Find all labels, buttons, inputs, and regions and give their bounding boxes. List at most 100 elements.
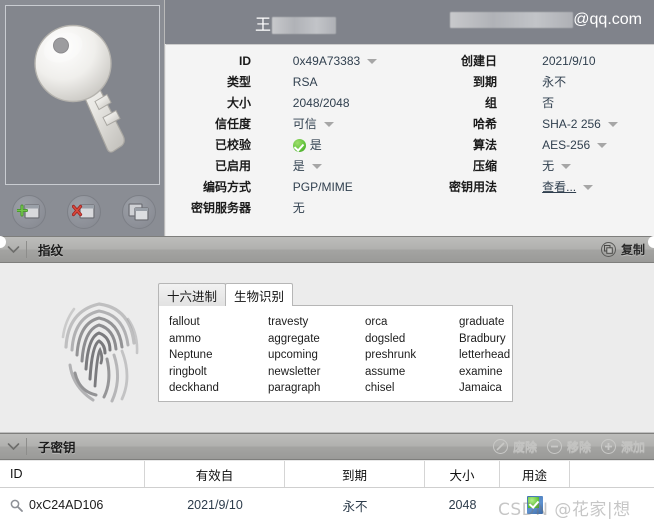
chevron-down-icon[interactable] [311,164,322,169]
chevron-down-icon[interactable] [367,59,378,64]
biometric-word: ringbolt [169,365,207,378]
detail-value-text: 永不 [542,75,567,89]
fingerprint-section-actions: 复制 [600,241,654,258]
add-subkey-label: 添加 [620,440,645,454]
biometric-word: paragraph [268,382,321,394]
key-inspector-window: 王 @qq.com ID 0x49A73383 类型 RSA 大小 2048/2048 信任… [0,0,654,531]
column-header[interactable]: 有效自 [145,461,285,487]
detail-label: 编码方式 [202,180,251,194]
subkey-valid-from: 2021/9/10 [187,498,243,512]
plus-icon [600,439,616,454]
fingerprint-image [61,302,139,403]
chevron-down-icon [7,246,19,254]
detail-label: ID [239,54,251,68]
subkey-expires: 永不 [342,499,368,514]
duplicate-window-icon [128,203,149,221]
detail-value[interactable]: 可信 [293,114,410,135]
biometric-word: upcoming [268,349,318,361]
detail-value-text: 是 [292,159,305,173]
chevron-down-icon[interactable] [323,122,334,127]
revoke-subkey-label: 废除 [512,440,537,454]
revoke-subkey-button[interactable]: 废除 [492,438,537,455]
detail-value-text: 无 [292,201,305,215]
detail-value-text: 可信 [292,117,317,131]
key-image-panel [0,0,165,236]
detail-value[interactable]: 查看... [542,177,654,198]
copy-fingerprint-label: 复制 [620,243,645,257]
chevron-down-icon[interactable] [607,122,618,127]
detail-label: 哈希 [472,117,497,131]
detail-value: 2048/2048 [293,93,410,114]
biometric-word: letterhead [459,349,511,361]
chevron-down-icon[interactable] [583,185,594,190]
detail-value: 否 [542,93,654,114]
detail-label: 密钥服务器 [190,201,251,215]
detail-label: 密钥用法 [448,180,497,194]
column-header[interactable]: ID [0,461,145,487]
subkey-size: 2048 [448,498,477,512]
window-corner [648,236,654,248]
detail-value[interactable]: 无 [542,156,654,177]
remove-subkey-button[interactable]: 移除 [546,438,591,455]
tab-biometric[interactable]: 生物识别 [225,283,294,306]
key-title-bar: 王 @qq.com [165,0,654,44]
detail-value-text: AES-256 [542,138,591,152]
key-icon [33,24,125,153]
table-row[interactable]: 0xC24AD106 2021/9/10 永不 2048 [0,488,654,522]
detail-label: 大小 [226,96,251,110]
detail-value[interactable]: 是 [293,156,410,177]
detail-value: RSA [293,72,410,93]
key-owner-email-domain: @qq.com [573,11,642,28]
biometric-word: dogsled [365,332,406,345]
column-header[interactable] [570,461,654,487]
detail-value[interactable]: SHA-2 256 [542,114,654,135]
add-subkey-button[interactable]: 添加 [600,438,645,455]
detail-value[interactable]: 0x49A73383 [293,51,410,72]
biometric-word: preshrunk [365,349,417,361]
detail-label: 类型 [226,75,251,89]
biometric-word: assume [365,365,406,378]
biometric-word: newsletter [268,365,321,378]
column-header[interactable]: 大小 [425,461,500,487]
copy-key-button[interactable] [122,195,156,229]
detail-value: 永不 [542,72,654,93]
key-summary-area: 王 @qq.com ID 0x49A73383 类型 RSA 大小 2048/2048 信任… [0,0,654,236]
biometric-word: Bradbury [459,332,506,345]
biometric-word: Jamaica [459,382,502,394]
column-header[interactable]: 到期 [285,461,425,487]
detail-value-text: 0x49A73383 [292,54,361,68]
key-details-left-column: ID 0x49A73383 类型 RSA 大小 2048/2048 信任度 可信 已校验是已启用… [166,51,410,219]
key-owner-email-redaction [450,11,574,28]
key-owner-name-text: 王 [255,17,272,34]
biometric-word: fallout [169,316,200,328]
fingerprint-tabstrip: 十六进制 生物识别 [158,283,513,306]
biometric-word: graduate [459,316,505,328]
subkeys-disclosure-chevron[interactable] [0,442,26,451]
detail-value-text: PGP/MIME [292,180,353,194]
key-details-panel: ID 0x49A73383 类型 RSA 大小 2048/2048 信任度 可信 已校验是已启用… [166,44,654,236]
detail-value: PGP/MIME [293,177,410,198]
key-owner-email: @qq.com [450,11,642,29]
chevron-down-icon[interactable] [561,164,572,169]
detail-label: 算法 [472,138,497,152]
tab-hexadecimal[interactable]: 十六进制 [158,283,227,306]
detail-value[interactable]: AES-256 [542,135,654,156]
key-image-frame [5,5,160,185]
copy-fingerprint-button[interactable]: 复制 [600,241,645,258]
subkeys-table-body: 0xC24AD106 2021/9/10 永不 2048 [0,488,654,522]
detail-label: 组 [484,96,497,110]
subkey-id-cell: 0xC24AD106 [0,488,145,522]
detail-label: 已校验 [214,138,251,152]
fingerprint-body: 十六进制 生物识别 fallout travesty orca graduate ammo… [0,263,654,433]
key-actions-toolbar [0,188,165,236]
fingerprint-tabview: 十六进制 生物识别 fallout travesty orca graduate ammo… [158,283,513,402]
fingerprint-section-header[interactable]: 指纹 复制 [0,236,654,263]
detail-value-text: 2048/2048 [292,96,350,110]
column-header[interactable]: 用途 [500,461,570,487]
subkeys-section-header[interactable]: 子密钥 废除 移除 添加 [0,433,654,460]
chevron-down-icon[interactable] [597,143,608,148]
add-key-button[interactable] [12,195,46,229]
delete-key-button[interactable] [67,195,101,229]
biometric-word: ammo [169,332,201,345]
biometric-word: Neptune [169,349,213,361]
